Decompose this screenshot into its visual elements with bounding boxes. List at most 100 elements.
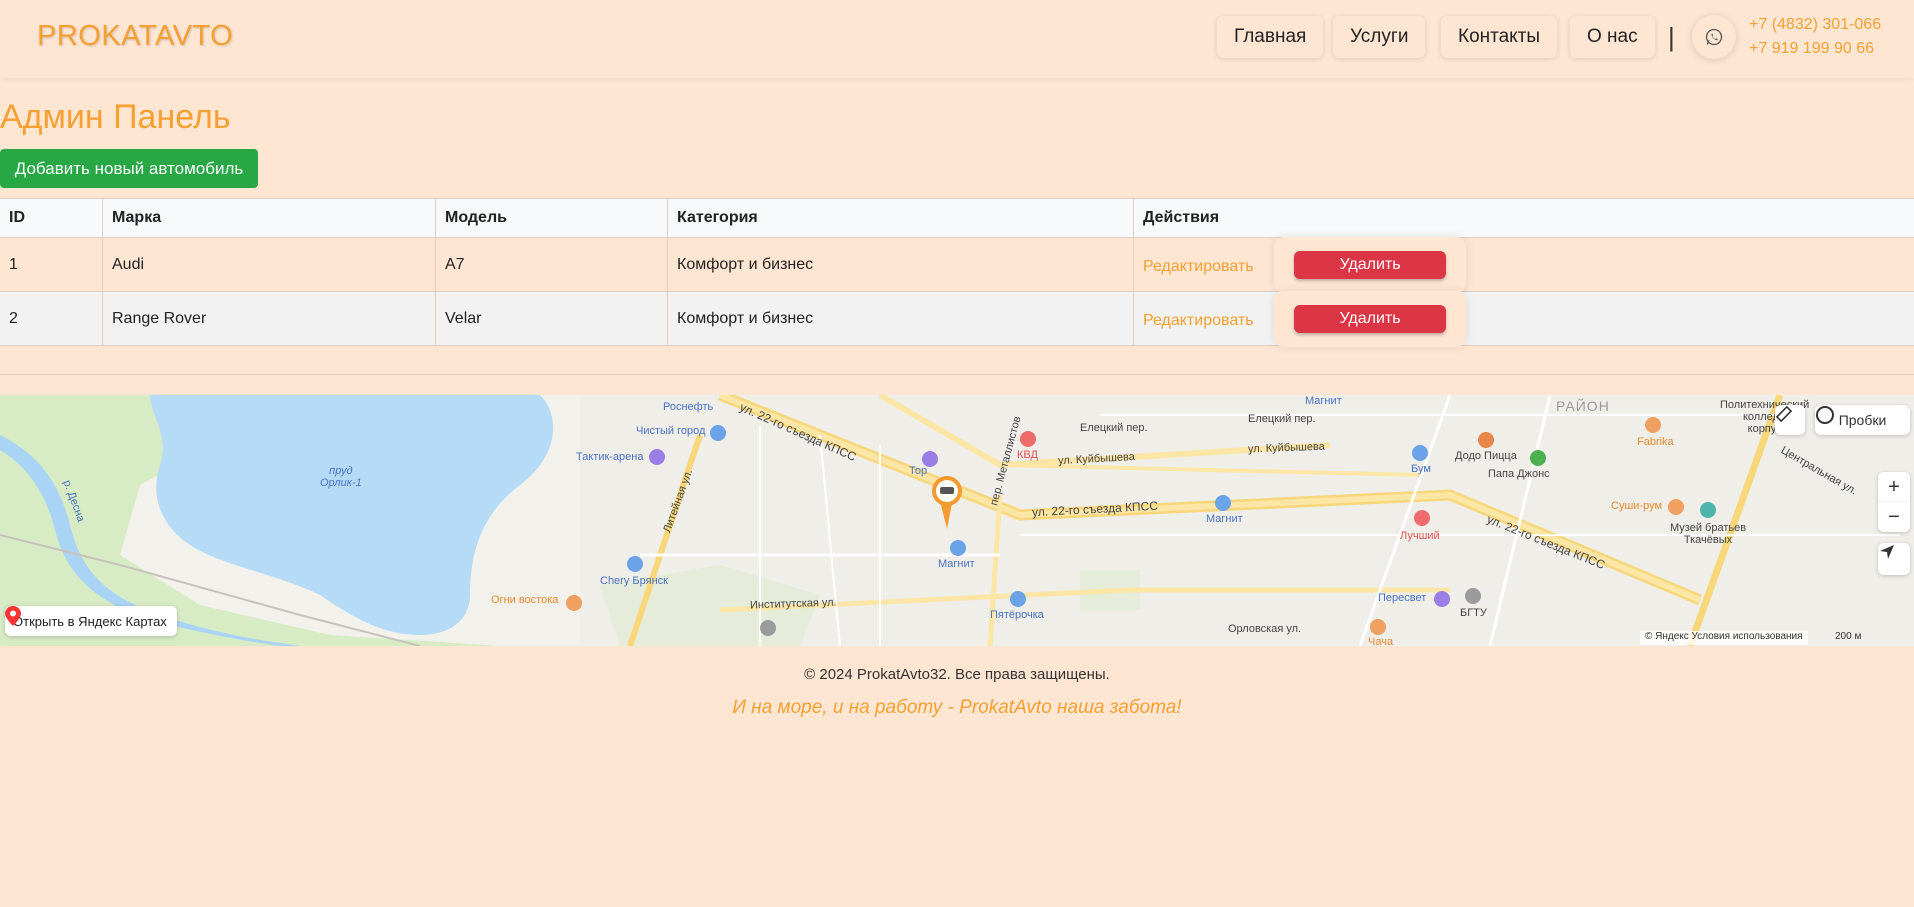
map-poi-chery[interactable]: Chery Брянск [600, 575, 668, 587]
map-poi-kvd[interactable]: КВД [1017, 449, 1038, 461]
map-poi-icon[interactable] [1645, 417, 1661, 433]
open-in-yandex-maps-label: Открыть в Яндекс Картах [13, 613, 167, 629]
map-poi-icon[interactable] [1668, 499, 1684, 515]
map-pin-icon [5, 606, 21, 626]
map-poi-sushi[interactable]: Суши-рум [1611, 500, 1662, 512]
map-poi-icon[interactable] [1370, 619, 1386, 635]
map-poi-chacha[interactable]: Чача [1368, 636, 1393, 646]
delete-button[interactable]: Удалить [1294, 251, 1446, 279]
map-poi-icon[interactable] [710, 425, 726, 441]
header-model: Модель [436, 199, 668, 237]
ruler-icon [1775, 405, 1793, 423]
traffic-label: Пробки [1838, 412, 1887, 428]
map-poi-icon[interactable] [1215, 495, 1231, 511]
map-poi-icon[interactable] [1414, 510, 1430, 526]
cell-model: A7 [436, 238, 668, 291]
map-poi-bum[interactable]: Бум [1411, 463, 1431, 475]
cell-brand: Range Rover [103, 292, 436, 345]
map-poi-bgtu[interactable]: БГТУ [1460, 607, 1487, 619]
nav-about[interactable]: О нас [1570, 16, 1655, 58]
map-poi-icon[interactable] [649, 449, 665, 465]
map-poi-icon[interactable] [627, 556, 643, 572]
edit-link[interactable]: Редактировать [1143, 258, 1254, 276]
map-poi-magnit[interactable]: Магнит [1305, 395, 1342, 407]
location-arrow-icon [1880, 545, 1894, 559]
map-scale: 200 м [1835, 631, 1862, 642]
map-poi-icon[interactable] [1020, 431, 1036, 447]
table-row: 2 Range Rover Velar Комфорт и бизнес Ред… [0, 291, 1914, 347]
edit-link[interactable]: Редактировать [1143, 312, 1254, 330]
yandex-map[interactable]: Роснефть Чистый город Тактик-арена пруд … [0, 395, 1914, 646]
open-in-yandex-maps-link[interactable]: Открыть в Яндекс Картах [5, 606, 177, 636]
table-header-row: ID Марка Модель Категория Действия [0, 198, 1914, 238]
map-background [0, 395, 1914, 646]
map-copyright[interactable]: © Яндекс Условия использования [1640, 631, 1808, 645]
nav-home[interactable]: Главная [1217, 16, 1324, 58]
header-category: Категория [668, 199, 1134, 237]
delete-form: Удалить [1274, 291, 1466, 347]
header-actions: Действия [1143, 209, 1220, 226]
nav-contacts[interactable]: Контакты [1441, 16, 1558, 58]
ruler-button[interactable] [1775, 405, 1805, 435]
map-poi-magnit[interactable]: Магнит [1206, 513, 1243, 525]
zoom-in-button[interactable]: + [1878, 472, 1910, 502]
map-poi-tor[interactable]: Тор [909, 465, 927, 477]
map-poi-icon[interactable] [950, 540, 966, 556]
map-poi-icon[interactable] [566, 595, 582, 611]
nav-services[interactable]: Услуги [1333, 16, 1426, 58]
map-street-label: Елецкий пер. [1080, 422, 1148, 434]
nav-separator: | [1668, 22, 1675, 52]
cell-model: Velar [436, 292, 668, 345]
cell-brand: Audi [103, 238, 436, 291]
cell-id: 2 [0, 292, 103, 345]
map-poi-icon[interactable] [1465, 588, 1481, 604]
map-poi-luchshiy[interactable]: Лучший [1400, 530, 1440, 542]
cell-category: Комфорт и бизнес [668, 238, 1134, 291]
zoom-out-button[interactable]: − [1878, 502, 1910, 532]
map-poi-icon[interactable] [1478, 432, 1494, 448]
map-poi-peresvet[interactable]: Пересвет [1378, 592, 1426, 604]
phone-1[interactable]: +7 (4832) 301-066 [1749, 16, 1881, 34]
map-poi-icon[interactable] [760, 620, 776, 636]
header-brand: Марка [103, 199, 436, 237]
cars-table: ID Марка Модель Категория Действия 1 Aud… [0, 198, 1914, 347]
site-logo[interactable]: PROKATAVTO [37, 20, 233, 53]
map-poi-icon[interactable] [1434, 591, 1450, 607]
delete-button[interactable]: Удалить [1294, 305, 1446, 333]
page-title: Админ Панель [0, 98, 231, 136]
delete-form: Удалить [1274, 237, 1466, 293]
map-poi-taktik[interactable]: Тактик-арена [576, 451, 643, 463]
map-street-label: Елецкий пер. [1248, 413, 1316, 425]
map-poi-museum[interactable]: Музей братьев Ткачёвых [1670, 522, 1746, 546]
map-poi-chisty-gorod[interactable]: Чистый город [636, 425, 705, 437]
site-header: PROKATAVTO Главная Услуги Контакты О нас… [0, 0, 1914, 78]
map-poi-papa[interactable]: Папа Джонс [1488, 468, 1550, 480]
map-poi-pyaterochka[interactable]: Пятёрочка [990, 609, 1044, 621]
map-poi-icon[interactable] [1412, 445, 1428, 461]
traffic-button[interactable]: Пробки [1815, 405, 1910, 435]
table-row: 1 Audi A7 Комфорт и бизнес Редактировать… [0, 237, 1914, 293]
footer-copyright: © 2024 ProkatAvto32. Все права защищены. [804, 666, 1110, 683]
whatsapp-button[interactable] [1692, 15, 1736, 59]
map-district-label: РАЙОН [1556, 398, 1610, 414]
map-poi-fabrika[interactable]: Fabrika [1637, 436, 1674, 448]
map-poi-icon[interactable] [1010, 591, 1026, 607]
cell-actions: Редактировать [1134, 292, 1914, 345]
cell-category: Комфорт и бизнес [668, 292, 1134, 345]
footer-slogan: И на море, и на работу - ProkatAvto наша… [732, 697, 1182, 718]
locate-button[interactable] [1878, 543, 1910, 575]
map-pond-label: пруд Орлик-1 [320, 465, 362, 489]
map-poi-icon[interactable] [922, 451, 938, 467]
map-poi-rosneft[interactable]: Роснефть [663, 401, 713, 413]
add-car-button[interactable]: Добавить новый автомобиль [0, 149, 258, 188]
map-poi-dodo[interactable]: Додо Пицца [1455, 450, 1517, 462]
map-poi-icon[interactable] [1530, 450, 1546, 466]
map-poi-magnit[interactable]: Магнит [938, 558, 975, 570]
map-poi-ogni[interactable]: Огни востока [491, 594, 558, 606]
phone-2[interactable]: +7 919 199 90 66 [1749, 40, 1874, 58]
map-poi-icon[interactable] [1700, 502, 1716, 518]
cell-actions: Редактировать [1134, 238, 1914, 291]
map-street-label: Орловская ул. [1228, 623, 1302, 635]
whatsapp-icon [1705, 28, 1723, 46]
traffic-icon [1816, 406, 1834, 424]
